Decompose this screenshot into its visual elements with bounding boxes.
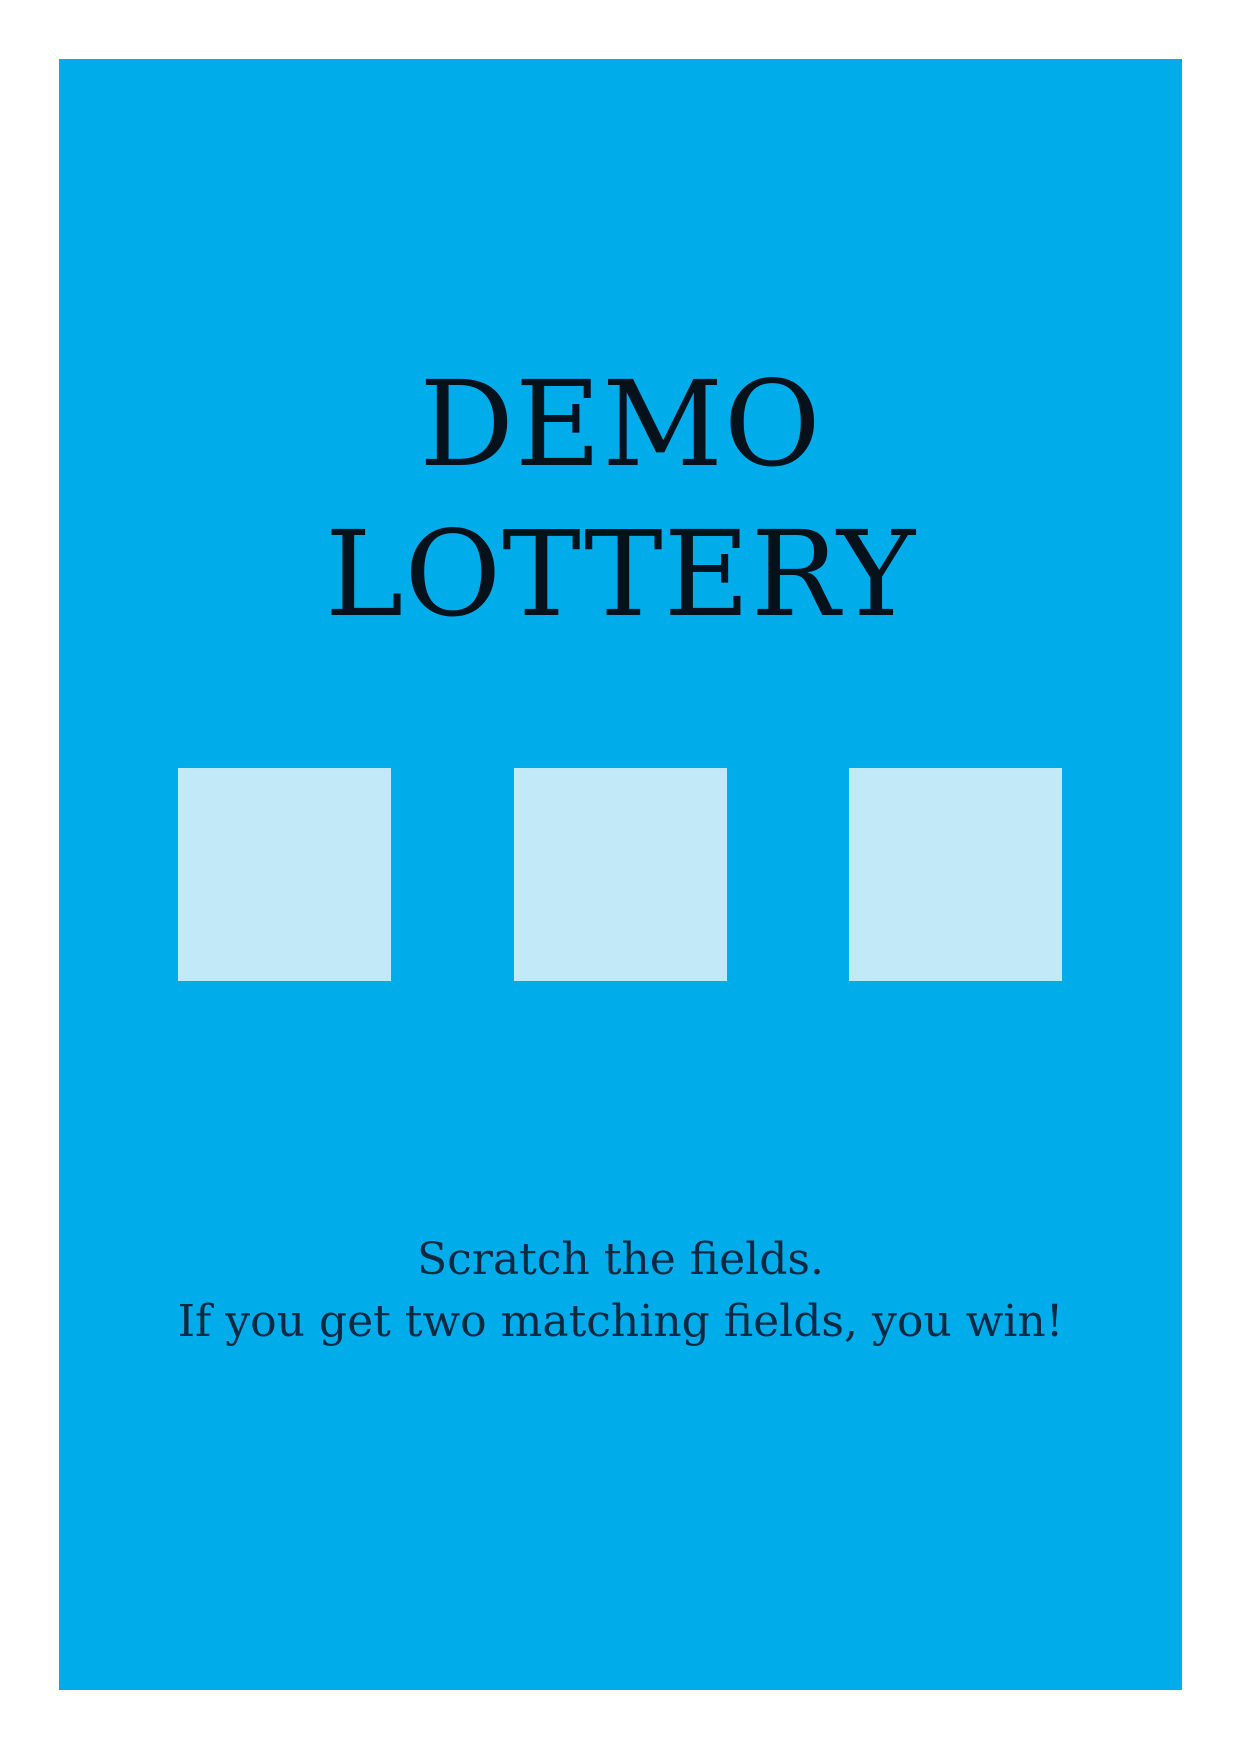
scratch-field-2[interactable] xyxy=(514,768,727,981)
lottery-ticket: DEMO LOTTERY Scratch the fields. If you … xyxy=(59,59,1182,1690)
scratch-field-1[interactable] xyxy=(178,768,391,981)
ticket-title: DEMO LOTTERY xyxy=(59,349,1182,649)
instructions-text: Scratch the fields. If you get two match… xyxy=(59,1229,1182,1353)
scratch-field-3[interactable] xyxy=(849,768,1062,981)
instructions-line-2: If you get two matching fields, you win! xyxy=(177,1296,1064,1347)
instructions-line-1: Scratch the fields. xyxy=(417,1234,824,1285)
title-line-lottery: LOTTERY xyxy=(325,505,916,643)
title-line-demo: DEMO xyxy=(419,355,822,493)
